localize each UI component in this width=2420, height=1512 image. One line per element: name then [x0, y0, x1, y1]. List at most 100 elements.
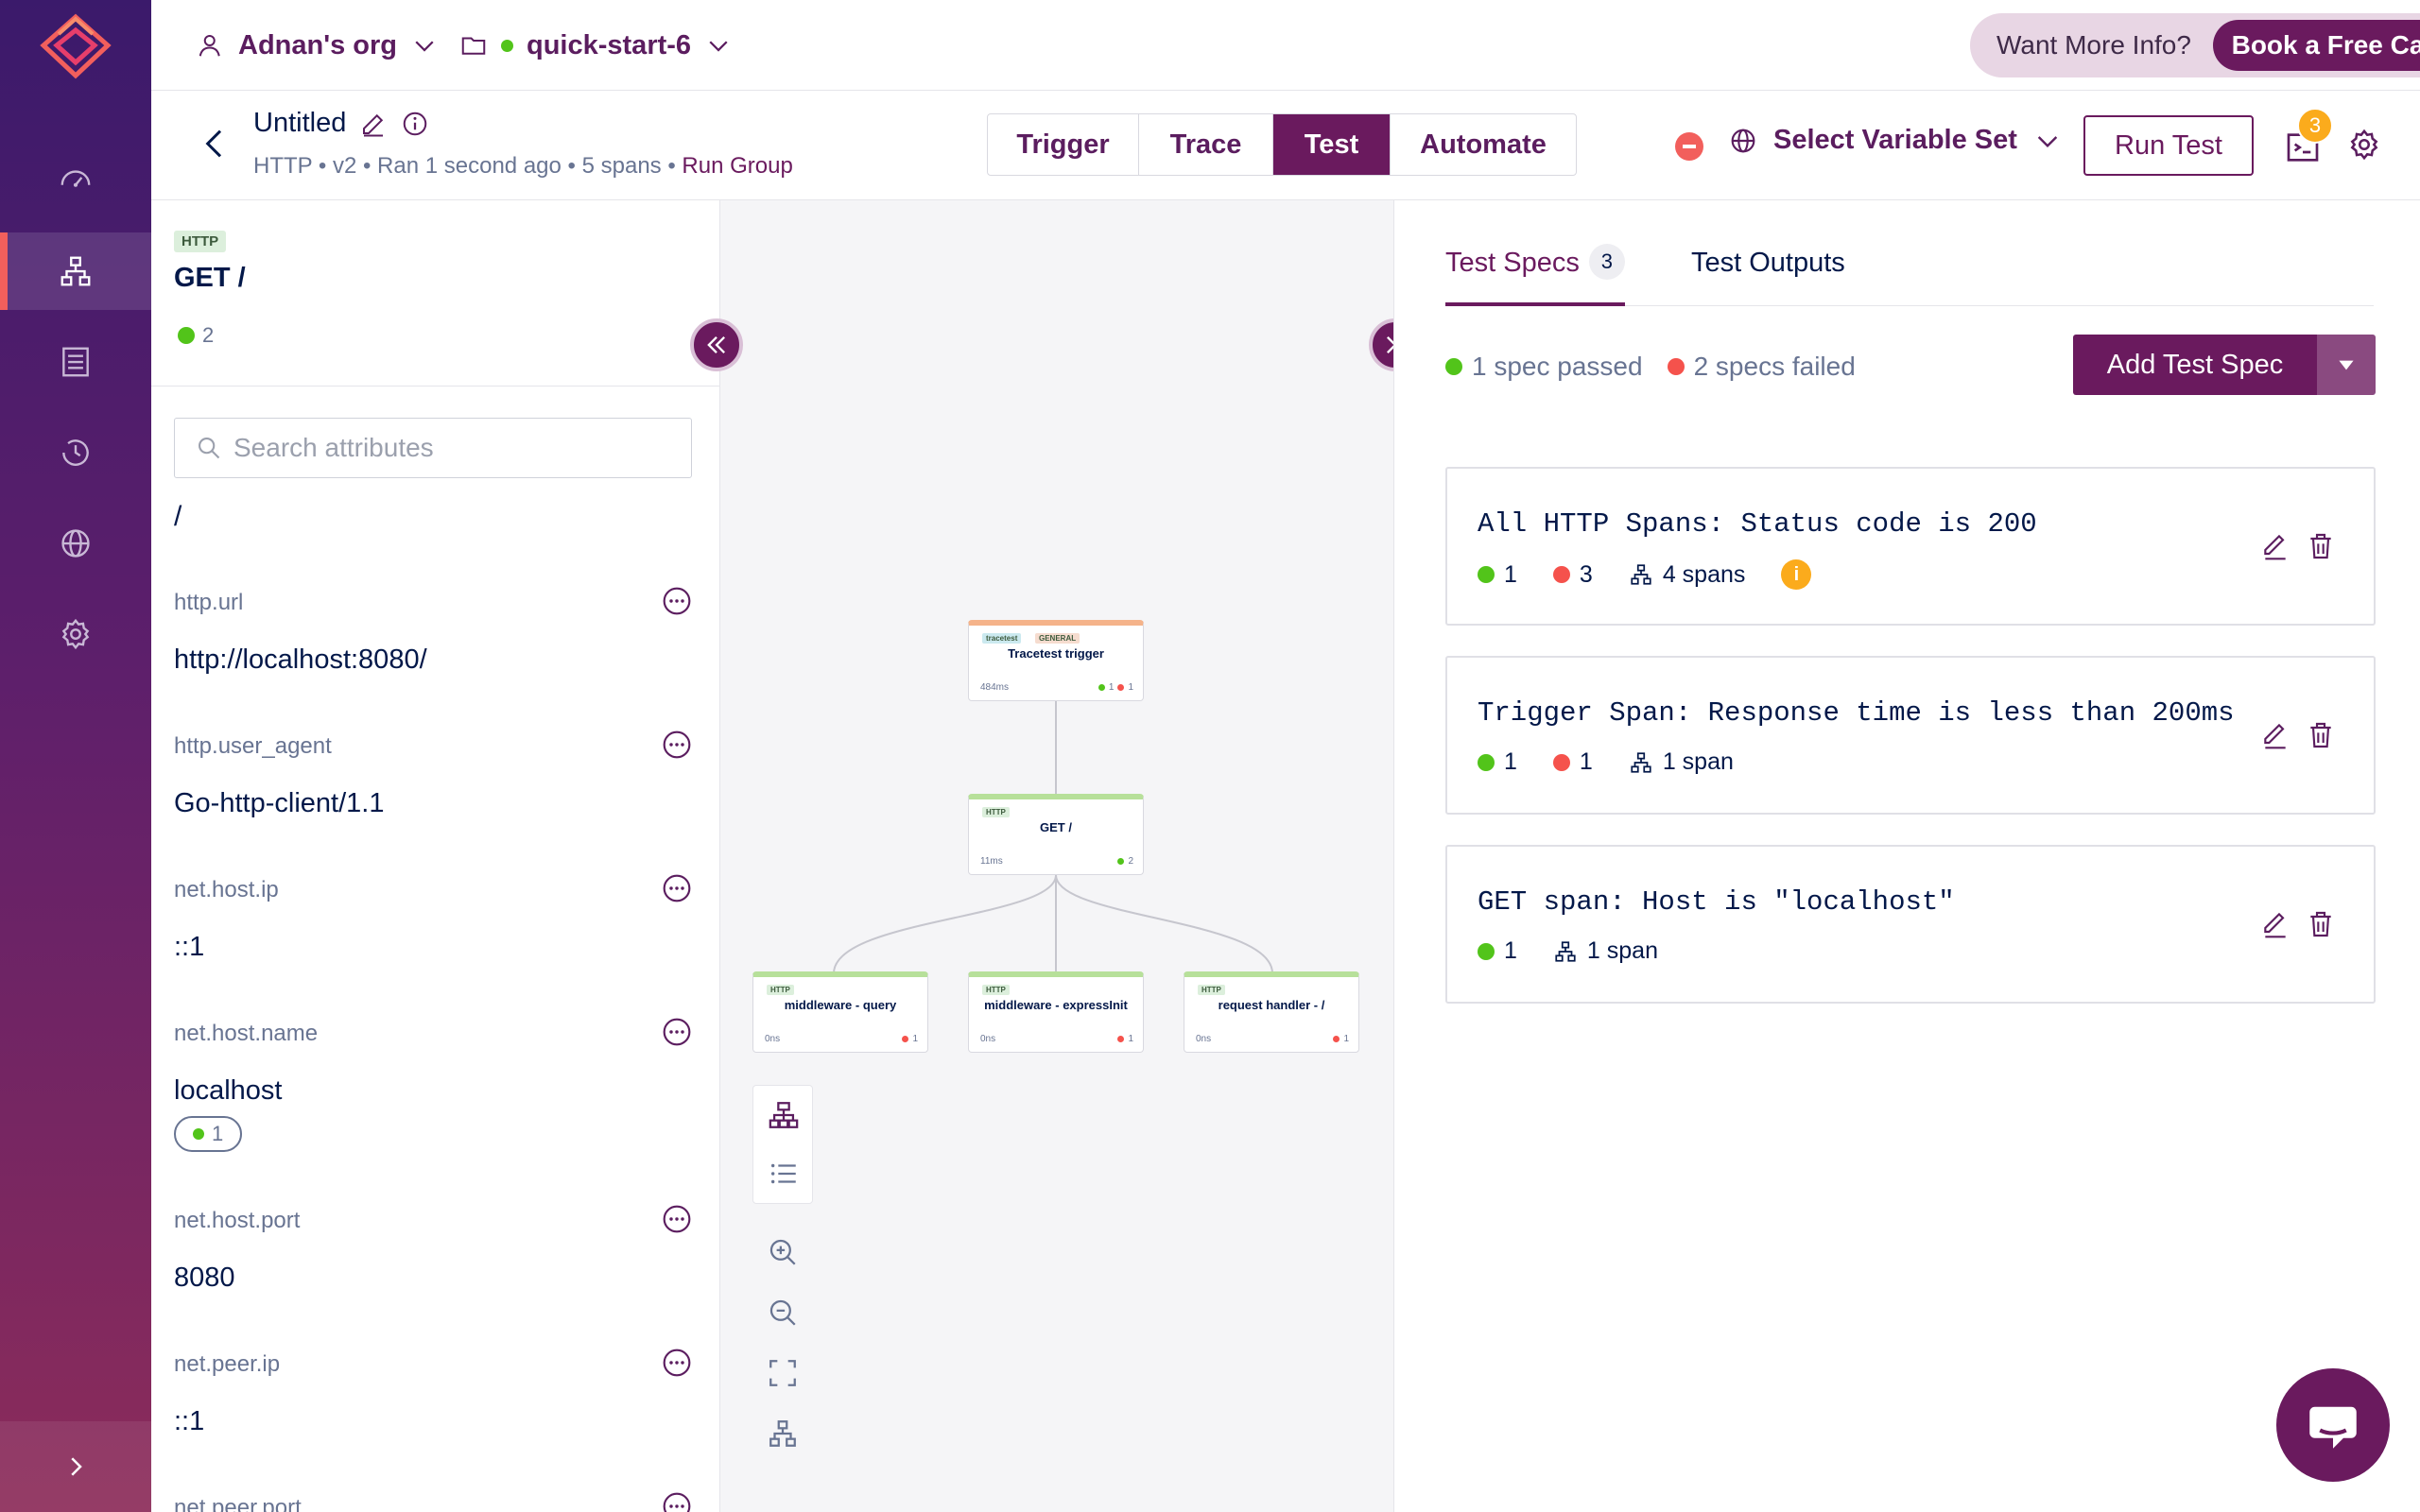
more-options-icon[interactable] — [662, 1348, 692, 1378]
attribute-row[interactable]: net.peer.port — [174, 1492, 692, 1512]
more-options-icon[interactable] — [662, 1017, 692, 1047]
pass-dot — [1117, 858, 1125, 865]
specs-summary: 1 spec passed 2 specs failed — [1445, 352, 1856, 382]
attribute-row[interactable]: net.host.ip ::1 — [174, 874, 692, 963]
info-icon[interactable] — [401, 110, 429, 138]
run-group-link[interactable]: Run Group — [682, 153, 792, 179]
more-options-icon[interactable] — [662, 873, 692, 903]
tests-icon — [60, 256, 91, 286]
tab-test[interactable]: Test — [1273, 114, 1391, 175]
zoom-out-button[interactable] — [752, 1283, 813, 1342]
zoom-in-button[interactable] — [752, 1223, 813, 1281]
collapse-left-panel-button[interactable] — [690, 318, 743, 371]
tab-test-specs[interactable]: Test Specs 3 — [1445, 244, 1625, 306]
fail-dot — [1333, 1036, 1340, 1042]
edit-icon[interactable] — [2260, 531, 2290, 561]
environment-selector[interactable]: quick-start-6 — [459, 0, 733, 91]
sidebar-item-runs[interactable] — [0, 414, 151, 491]
more-options-icon[interactable] — [662, 1491, 692, 1512]
sidebar-item-testsuites[interactable] — [0, 323, 151, 401]
trash-icon[interactable] — [2306, 720, 2336, 750]
attribute-value: http://localhost:8080/ — [174, 644, 427, 675]
spec-stats: 1 1 span — [1478, 937, 1658, 965]
org-name: Adnan's org — [238, 29, 398, 60]
test-meta: HTTP • v2 • Ran 1 second ago • 5 spans •… — [253, 153, 793, 180]
specs-tabs: Test Specs 3 Test Outputs — [1445, 244, 2374, 306]
warning-icon[interactable]: i — [1781, 559, 1812, 590]
variable-set-selector[interactable]: Select Variable Set — [1728, 125, 2063, 156]
org-selector[interactable]: Adnan's org — [197, 0, 439, 91]
pass-dot — [1478, 566, 1495, 583]
sidebar-item-dashboard[interactable] — [0, 142, 151, 219]
list-view-button[interactable] — [753, 1144, 814, 1203]
graph-node-middleware-query[interactable]: HTTP middleware - query 0ns 1 — [752, 971, 928, 1053]
graph-node-tracetest-trigger[interactable]: tracetest GENERAL Tracetest trigger 484m… — [968, 620, 1144, 701]
spans-icon — [1631, 751, 1651, 773]
back-arrow-icon[interactable] — [197, 125, 234, 163]
attribute-row[interactable]: http.url http://localhost:8080/ — [174, 587, 692, 676]
tab-automate[interactable]: Automate — [1391, 114, 1576, 175]
spec-spans: 1 span — [1586, 937, 1658, 964]
edit-icon[interactable] — [2260, 720, 2290, 750]
graph-node-get[interactable]: HTTP GET / 11ms 2 — [968, 794, 1144, 875]
node-name: request handler - / — [1218, 998, 1325, 1012]
trace-graph: tracetest GENERAL Tracetest trigger 484m… — [720, 200, 1393, 1512]
more-options-icon[interactable] — [662, 730, 692, 760]
test-spec-card[interactable]: All HTTP Spans: Status code is 200 1 3 4… — [1445, 467, 2376, 626]
run-test-button[interactable]: Run Test — [2083, 115, 2254, 176]
pass-dot — [193, 1128, 204, 1140]
sidebar-expand-button[interactable] — [0, 1421, 151, 1512]
pass-dot — [1478, 942, 1495, 960]
book-call-button[interactable]: Book a Free Call — [2212, 20, 2420, 71]
graph-view-button[interactable] — [753, 1086, 814, 1144]
stop-run-button[interactable] — [1675, 132, 1703, 161]
search-icon — [199, 438, 220, 459]
add-test-spec-button[interactable]: Add Test Spec — [2073, 335, 2317, 395]
gear-icon[interactable] — [2346, 127, 2382, 163]
attribute-key: net.peer.port — [174, 1495, 302, 1512]
test-meta-text: HTTP • v2 • Ran 1 second ago • 5 spans • — [253, 153, 683, 179]
span-pass-count: 2 — [178, 323, 214, 348]
add-test-spec-dropdown[interactable] — [2317, 335, 2376, 395]
attribute-pass-pill[interactable]: 1 — [174, 1116, 243, 1152]
tab-test-outputs[interactable]: Test Outputs — [1691, 248, 1845, 306]
edit-icon[interactable] — [359, 110, 388, 138]
node-name: middleware - query — [784, 998, 897, 1012]
attribute-key: http.url — [174, 590, 244, 615]
logo-icon[interactable] — [38, 13, 113, 81]
attribute-value: ::1 — [174, 932, 205, 962]
tab-trigger[interactable]: Trigger — [988, 114, 1139, 175]
sidebar-item-settings[interactable] — [0, 595, 151, 673]
tab-trace[interactable]: Trace — [1139, 114, 1273, 175]
attribute-row[interactable]: net.host.port 8080 — [174, 1205, 692, 1294]
fit-view-button[interactable] — [752, 1344, 813, 1402]
list-view-icon — [770, 1163, 796, 1184]
graph-node-request-handler[interactable]: HTTP request handler - / 0ns 1 — [1184, 971, 1359, 1053]
spec-title: Trigger Span: Response time is less than… — [1478, 697, 2235, 729]
spec-pass: 1 — [1504, 748, 1517, 775]
attribute-row[interactable]: http.user_agent Go-http-client/1.1 — [174, 730, 692, 819]
sidebar-item-tests[interactable] — [0, 232, 151, 310]
layout-button[interactable] — [752, 1404, 813, 1463]
trash-icon[interactable] — [2306, 531, 2336, 561]
chat-button[interactable] — [2276, 1368, 2390, 1482]
attribute-row[interactable]: net.peer.ip ::1 — [174, 1348, 692, 1437]
test-spec-card[interactable]: Trigger Span: Response time is less than… — [1445, 656, 2376, 815]
chevron-down-icon — [415, 41, 434, 52]
attribute-row[interactable]: net.host.name localhost 1 — [174, 1018, 692, 1152]
more-options-icon[interactable] — [662, 586, 692, 616]
node-status: 1 — [1117, 1034, 1133, 1044]
edit-icon[interactable] — [2260, 909, 2290, 939]
more-options-icon[interactable] — [662, 1204, 692, 1234]
graph-node-middleware-expressinit[interactable]: HTTP middleware - expressInit 0ns 1 — [968, 971, 1144, 1053]
fail-dot — [1552, 566, 1570, 583]
node-tag: HTTP — [982, 985, 1010, 995]
node-status: 11 — [1098, 682, 1133, 693]
search-attributes-input[interactable]: Search attributes — [174, 418, 692, 478]
sidebar-item-environments[interactable] — [0, 505, 151, 582]
tab-label: Test Specs — [1445, 248, 1580, 278]
node-tag: HTTP — [982, 807, 1010, 817]
trash-icon[interactable] — [2306, 909, 2336, 939]
specs-count-badge: 3 — [1588, 244, 1625, 280]
test-spec-card[interactable]: GET span: Host is "localhost" 1 1 span — [1445, 845, 2376, 1004]
